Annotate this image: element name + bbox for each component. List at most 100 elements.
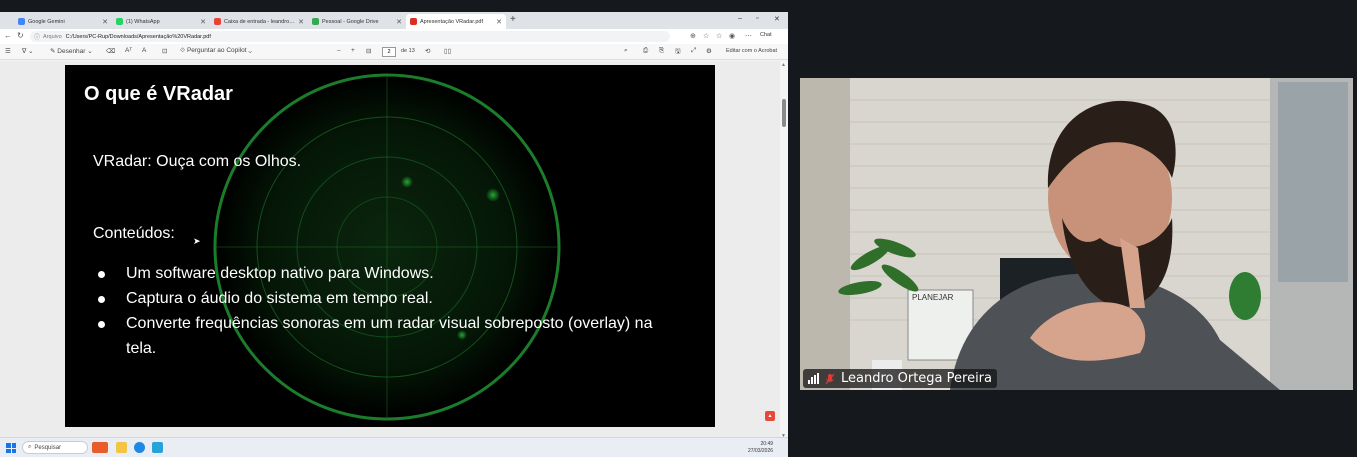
text-box-icon[interactable]: ⊡ xyxy=(162,47,167,55)
scrollbar-thumb[interactable] xyxy=(782,99,786,127)
tab-gmail[interactable]: Caixa de entrada - leandroortega@ ✕ xyxy=(210,14,308,29)
edge-icon[interactable] xyxy=(134,442,145,453)
browser-tab-strip: Google Gemini ✕ (1) WhatsApp ✕ Caixa de … xyxy=(0,12,788,29)
page-view-icon[interactable]: ▯▯ xyxy=(444,47,451,55)
settings-gear-icon[interactable]: ⚙ xyxy=(706,47,712,55)
acrobat-icon[interactable]: ▲ xyxy=(765,411,775,421)
address-bar-row: ← ↻ ⓘ Arquivo C:/Users/PC-Rup/Downloads/… xyxy=(0,29,788,44)
close-icon[interactable]: ✕ xyxy=(102,18,108,26)
eraser-icon[interactable]: ⌫ xyxy=(106,47,115,55)
tab-label: Pessoal - Google Drive xyxy=(322,18,379,25)
close-icon[interactable]: ✕ xyxy=(496,18,502,26)
tab-label: Caixa de entrada - leandroortega@ xyxy=(224,18,296,25)
more-menu-icon[interactable]: ⋯ xyxy=(745,32,752,40)
connection-signal-icon xyxy=(808,373,819,384)
widgets-icon[interactable] xyxy=(92,442,108,453)
page-number-input[interactable]: 2 xyxy=(382,47,396,57)
favorite-star-icon[interactable]: ☆ xyxy=(703,32,709,40)
participant-name: Leandro Ortega Pereira xyxy=(841,371,992,386)
slide-contents-heading: Conteúdos: xyxy=(93,225,175,242)
tab-whatsapp[interactable]: (1) WhatsApp ✕ xyxy=(112,14,210,29)
bullet-icon xyxy=(98,296,105,303)
close-icon[interactable]: ✕ xyxy=(396,18,402,26)
pdf-slide-page: O que é VRadar VRadar: Ouça com os Olhos… xyxy=(65,65,715,427)
whiteboard-text: PLANEJAR xyxy=(912,293,954,302)
google-drive-icon xyxy=(312,18,319,25)
maximize-icon[interactable]: ▫ xyxy=(756,15,758,22)
fit-page-icon[interactable]: ⊟ xyxy=(366,47,371,55)
pdf-icon xyxy=(410,18,417,25)
taskbar-clock[interactable]: 20:49 27/03/2026 xyxy=(748,441,773,455)
minimize-icon[interactable]: – xyxy=(738,15,742,22)
tab-label: (1) WhatsApp xyxy=(126,18,160,25)
rotate-icon[interactable]: ⟲ xyxy=(425,47,430,55)
page-total: de 13 xyxy=(401,48,415,54)
shared-screen: Google Gemini ✕ (1) WhatsApp ✕ Caixa de … xyxy=(0,12,788,457)
chat-button[interactable]: Chat xyxy=(760,32,772,38)
favorites-icon[interactable]: ☆ xyxy=(716,32,722,40)
windows-taskbar: ⌕ Pesquisar 20:49 27/03/2026 xyxy=(0,437,788,457)
mouse-cursor-icon: ➤ xyxy=(193,236,201,246)
calculator-icon[interactable] xyxy=(152,442,163,453)
search-icon: ⌕ xyxy=(28,444,32,450)
save-icon[interactable]: ⎘ xyxy=(659,47,664,55)
bullet-text: Um software desktop nativo para Windows. xyxy=(126,265,434,282)
draw-button[interactable]: ✎ Desenhar ⌄ xyxy=(50,47,93,55)
copilot-label: Perguntar ao Copilot xyxy=(186,47,247,54)
url-field[interactable]: ⓘ Arquivo C:/Users/PC-Rup/Downloads/Apre… xyxy=(30,31,670,42)
contents-icon[interactable]: ☰ xyxy=(5,47,11,55)
read-aloud-icon[interactable]: A xyxy=(142,47,146,54)
fullscreen-icon[interactable]: ⤢ xyxy=(691,47,696,55)
bullet-text: Converte frequências sonoras em um radar… xyxy=(126,315,653,357)
gemini-icon xyxy=(18,18,25,25)
file-explorer-icon[interactable] xyxy=(116,442,127,453)
edit-with-acrobat-button[interactable]: Editar com o Acrobat xyxy=(726,48,777,54)
scroll-up-icon[interactable]: ▲ xyxy=(781,62,786,68)
participant-name-tag: Leandro Ortega Pereira xyxy=(803,369,997,388)
pdf-scrollbar[interactable]: ▲ ▼ xyxy=(780,61,788,441)
radar-background-graphic xyxy=(213,73,561,421)
bullet-icon xyxy=(98,271,105,278)
participant-video-feed: PLANEJAR xyxy=(800,78,1353,390)
back-icon[interactable]: ← xyxy=(4,31,12,40)
slide-subtitle: VRadar: Ouça com os Olhos. xyxy=(93,153,302,170)
pdf-toolbar: ☰ ∇ ⌄ ✎ Desenhar ⌄ ⌫ Aᵀ A ⊡ ⟐ Perguntar … xyxy=(0,44,788,60)
copilot-button[interactable]: ⟐ Perguntar ao Copilot ⌄ xyxy=(180,47,252,55)
info-icon: ⓘ xyxy=(34,35,41,41)
windows-start-icon[interactable] xyxy=(6,443,16,453)
tab-label: Google Gemini xyxy=(28,18,65,25)
text-icon[interactable]: Aᵀ xyxy=(125,47,132,54)
search-icon[interactable]: ⌕ xyxy=(624,47,628,55)
pdf-viewport[interactable]: O que é VRadar VRadar: Ouça com os Olhos… xyxy=(0,61,780,441)
bullet-text: Captura o áudio do sistema em tempo real… xyxy=(126,290,433,307)
list-item: Converte frequências sonoras em um radar… xyxy=(98,311,658,361)
list-item: Um software desktop nativo para Windows. xyxy=(98,261,658,286)
clock-time: 20:49 xyxy=(760,441,774,447)
taskbar-search-placeholder: Pesquisar xyxy=(34,444,62,451)
gmail-icon xyxy=(214,18,221,25)
microphone-muted-icon xyxy=(825,373,835,384)
zoom-icon[interactable]: ⊕ xyxy=(690,32,696,40)
bullet-icon xyxy=(98,321,105,328)
list-item: Captura o áudio do sistema em tempo real… xyxy=(98,286,658,311)
print-icon[interactable]: ⎙ xyxy=(643,47,648,55)
close-window-icon[interactable]: ✕ xyxy=(774,15,780,23)
clock-date: 27/03/2026 xyxy=(748,448,774,454)
reload-icon[interactable]: ↻ xyxy=(17,31,24,40)
whatsapp-icon xyxy=(116,18,123,25)
save-as-icon[interactable]: 🖫 xyxy=(675,47,681,58)
new-tab-button[interactable]: + xyxy=(510,14,516,25)
tab-vradar-pdf[interactable]: Apresentação VRadar.pdf ✕ xyxy=(406,14,506,29)
zoom-in-icon[interactable]: + xyxy=(351,47,355,54)
tab-google-drive[interactable]: Pessoal - Google Drive ✕ xyxy=(308,14,406,29)
close-icon[interactable]: ✕ xyxy=(200,18,206,26)
zoom-out-icon[interactable]: – xyxy=(337,47,341,54)
profile-icon[interactable]: ◉ xyxy=(729,32,735,40)
close-icon[interactable]: ✕ xyxy=(298,18,304,26)
url-scheme-label: Arquivo xyxy=(43,33,62,40)
highlight-icon[interactable]: ∇ ⌄ xyxy=(22,47,34,55)
tab-google-gemini[interactable]: Google Gemini ✕ xyxy=(14,14,112,29)
slide-bullet-list: Um software desktop nativo para Windows.… xyxy=(98,261,658,361)
participant-video-tile[interactable]: PLANEJAR Leandro Ortega Pereira xyxy=(800,78,1353,390)
taskbar-search-input[interactable]: ⌕ Pesquisar xyxy=(22,441,88,454)
